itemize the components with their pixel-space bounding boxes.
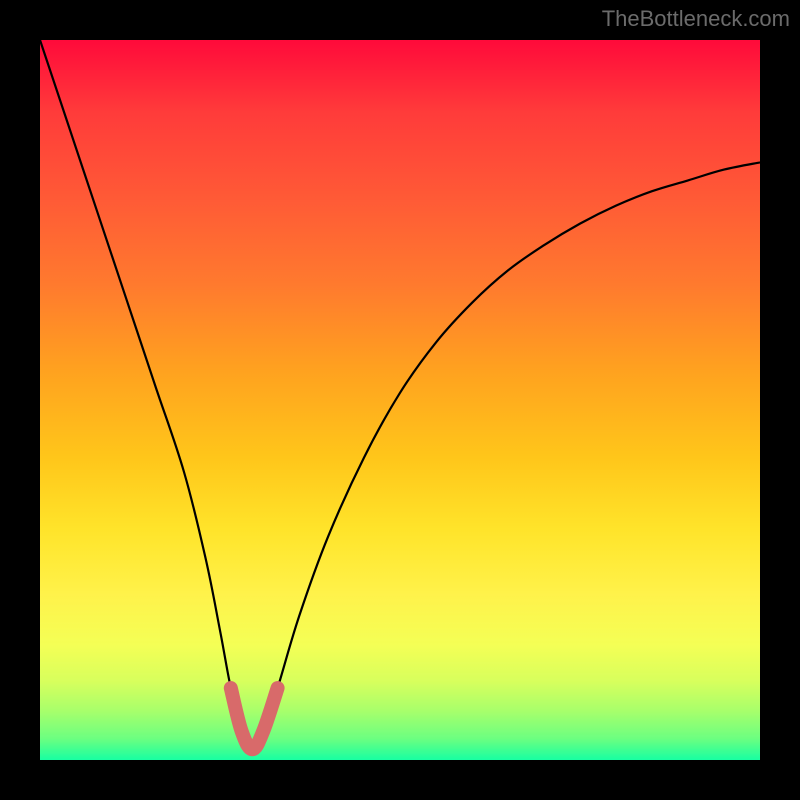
curve-minimum-highlight — [231, 688, 278, 749]
bottleneck-curve — [40, 40, 760, 749]
chart-frame: TheBottleneck.com — [0, 0, 800, 800]
curve-layer — [40, 40, 760, 760]
watermark-text: TheBottleneck.com — [602, 6, 790, 32]
plot-area — [40, 40, 760, 760]
